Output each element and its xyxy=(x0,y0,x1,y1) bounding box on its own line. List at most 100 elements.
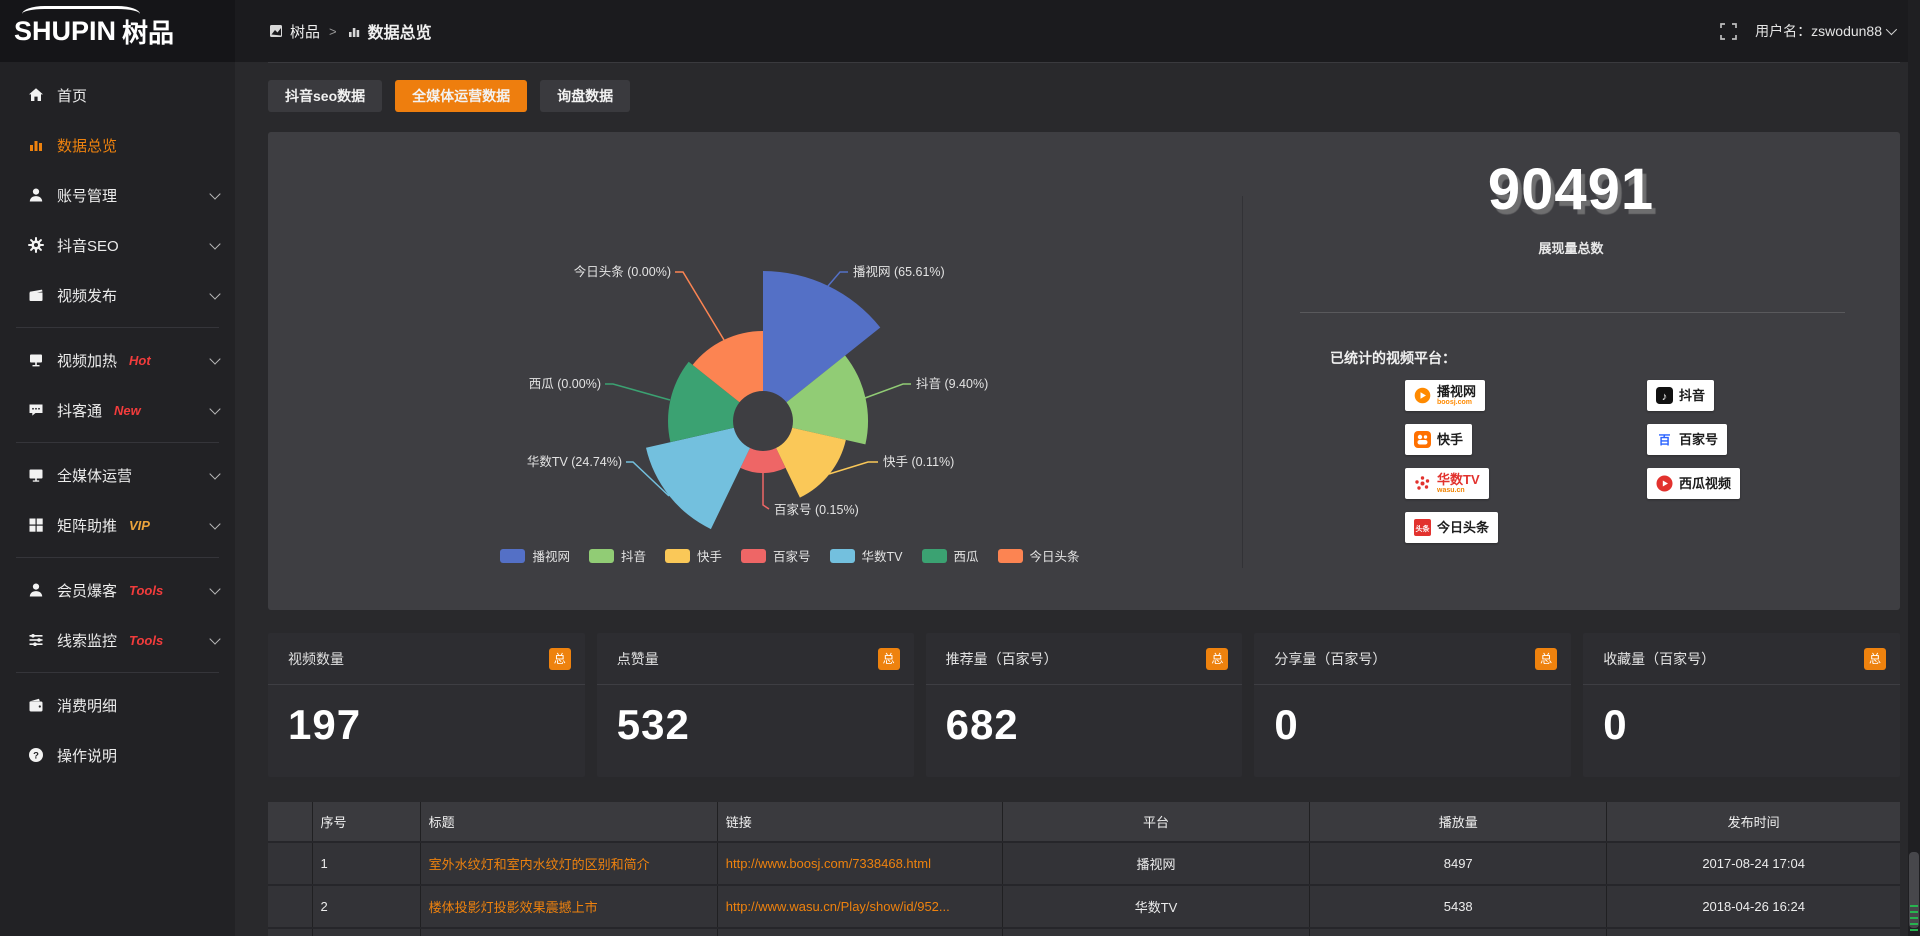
topbar: 树品>数据总览 用户名：zswodun88 xyxy=(235,0,1920,62)
cell-time: 2018-04-26 16:24 xyxy=(1607,885,1900,928)
total-badge[interactable]: 总 xyxy=(878,648,900,670)
platform-badge-快手[interactable]: 快手 xyxy=(1405,424,1472,455)
legend-item-播视网[interactable]: 播视网 xyxy=(500,546,570,565)
stat-card-点赞量: 点赞量 总 532 xyxy=(597,633,914,777)
cell-title[interactable]: 室外水纹灯和室内水纹灯的区别和简介 xyxy=(420,842,717,885)
sidebar-item-账号管理[interactable]: 账号管理 xyxy=(0,170,235,220)
platform-badge-sub: wasu.cn xyxy=(1437,487,1480,494)
legend-swatch xyxy=(830,549,855,563)
stat-card-header: 收藏量（百家号） 总 xyxy=(1583,633,1900,685)
bar-chart-icon xyxy=(27,137,44,153)
rose-slice-华数TV[interactable] xyxy=(646,428,750,529)
sidebar-item-label: 抖客通 xyxy=(57,400,102,421)
row-select-cell xyxy=(268,842,312,885)
svg-text:♪: ♪ xyxy=(1662,391,1668,403)
rose-pie-chart[interactable]: 播视网 (65.61%)抖音 (9.40%)快手 (0.11%)百家号 (0.1… xyxy=(268,132,1242,610)
rose-slice-快手[interactable] xyxy=(776,428,846,498)
sidebar-item-会员爆客[interactable]: 会员爆客 Tools xyxy=(0,565,235,615)
stat-card-value: 682 xyxy=(946,701,1019,749)
sidebar-item-操作说明[interactable]: ? 操作说明 xyxy=(0,730,235,780)
total-badge[interactable]: 总 xyxy=(1206,648,1228,670)
cell-platform: 华数TV xyxy=(1002,885,1309,928)
svg-text:头条: 头条 xyxy=(1416,524,1431,533)
tab-询盘数据[interactable]: 询盘数据 xyxy=(540,80,630,112)
breadcrumb-item[interactable]: 数据总览 xyxy=(346,19,432,43)
sidebar-item-视频发布[interactable]: 视频发布 xyxy=(0,270,235,320)
cell-no: 2 xyxy=(312,885,420,928)
legend-item-快手[interactable]: 快手 xyxy=(665,546,722,565)
platform-badge-label: 西瓜视频 xyxy=(1679,477,1731,490)
sidebar-item-首页[interactable]: 首页 xyxy=(0,70,235,120)
platform-badge-label: 播视网 xyxy=(1437,385,1476,398)
sidebar-item-消费明细[interactable]: 消费明细 xyxy=(0,680,235,730)
sidebar-item-label: 操作说明 xyxy=(57,745,117,766)
total-badge[interactable]: 总 xyxy=(1535,648,1557,670)
user-menu[interactable]: 用户名：zswodun88 xyxy=(1755,21,1894,41)
sidebar-item-抖客通[interactable]: 抖客通 New xyxy=(0,385,235,435)
platform-badge-西瓜视频[interactable]: 西瓜视频 xyxy=(1647,468,1740,499)
stat-card-value: 0 xyxy=(1603,701,1627,749)
sidebar-item-label: 会员爆客 xyxy=(57,580,117,601)
chevron-down-icon xyxy=(209,468,220,479)
cell-link[interactable]: http://www.wasu.cn/Play/show/id/952... xyxy=(717,885,1002,928)
stat-card-title: 分享量（百家号） xyxy=(1274,649,1386,669)
platform-badge-label: 抖音 xyxy=(1679,389,1705,402)
legend-item-华数TV[interactable]: 华数TV xyxy=(830,546,903,565)
total-badge[interactable]: 总 xyxy=(549,648,571,670)
platform-badge-抖音[interactable]: ♪ 抖音 xyxy=(1647,380,1714,411)
stat-card-value: 0 xyxy=(1274,701,1298,749)
cell-title[interactable]: 楼体投影灯投影效果震撼上市 xyxy=(420,885,717,928)
legend-item-西瓜[interactable]: 西瓜 xyxy=(922,546,979,565)
baijia-icon: 百 xyxy=(1656,431,1673,448)
legend-label: 百家号 xyxy=(773,546,811,565)
sidebar-item-全媒体运营[interactable]: 全媒体运营 xyxy=(0,450,235,500)
sidebar-item-badge: Tools xyxy=(129,633,163,648)
shupin-logo[interactable]: SHUPIN 树品 xyxy=(0,0,235,62)
fullscreen-icon[interactable] xyxy=(1720,23,1737,40)
legend-label: 抖音 xyxy=(621,546,646,565)
legend-swatch xyxy=(922,549,947,563)
stat-card-title: 收藏量（百家号） xyxy=(1603,649,1715,669)
chevron-down-icon xyxy=(1886,24,1897,35)
sidebar-item-数据总览[interactable]: 数据总览 xyxy=(0,120,235,170)
label-leader-line xyxy=(605,384,670,400)
platform-badge-今日头条[interactable]: 头条今日头条 xyxy=(1405,512,1498,543)
rose-slice-label: 抖音 (9.40%) xyxy=(916,376,988,391)
breadcrumb-item[interactable]: 树品 xyxy=(268,21,320,42)
legend-item-百家号[interactable]: 百家号 xyxy=(741,546,811,565)
tab-抖音seo数据[interactable]: 抖音seo数据 xyxy=(268,80,382,112)
stat-card-title: 视频数量 xyxy=(288,649,344,669)
legend-label: 快手 xyxy=(697,546,722,565)
summary-divider xyxy=(1300,312,1845,313)
rose-slice-label: 百家号 (0.15%) xyxy=(774,502,859,517)
sidebar-item-label: 抖音SEO xyxy=(57,235,119,256)
legend-swatch xyxy=(589,549,614,563)
bars-icon xyxy=(346,23,362,39)
platform-badge-华数TV[interactable]: 华数TVwasu.cn xyxy=(1405,468,1489,499)
gear-icon xyxy=(27,237,44,253)
stat-card-header: 视频数量 总 xyxy=(268,633,585,685)
videos-table: 序号标题链接平台播放量发布时间 1 室外水纹灯和室内水纹灯的区别和简介 http… xyxy=(268,802,1900,936)
cell-link[interactable]: http://www.boosj.com/7338468.html xyxy=(717,842,1002,885)
sidebar-item-视频加热[interactable]: 视频加热 Hot xyxy=(0,335,235,385)
platform-badge-label: 百家号 xyxy=(1679,433,1718,446)
sidebar-item-badge: Tools xyxy=(129,583,163,598)
sidebar-item-抖音SEO[interactable]: 抖音SEO xyxy=(0,220,235,270)
legend-item-抖音[interactable]: 抖音 xyxy=(589,546,646,565)
screen-stand-icon xyxy=(27,352,44,368)
platforms-label: 已统计的视频平台： xyxy=(1330,348,1456,368)
sidebar-item-label: 数据总览 xyxy=(57,135,117,156)
sidebar-item-线索监控[interactable]: 线索监控 Tools xyxy=(0,615,235,665)
platform-badge-百家号[interactable]: 百百家号 xyxy=(1647,424,1727,455)
tab-全媒体运营数据[interactable]: 全媒体运营数据 xyxy=(395,80,527,112)
legend-swatch xyxy=(665,549,690,563)
page-scrollbar[interactable] xyxy=(1908,0,1920,936)
wallet-icon xyxy=(27,697,44,713)
total-badge[interactable]: 总 xyxy=(1864,648,1886,670)
rose-slice-label: 西瓜 (0.00%) xyxy=(529,377,601,391)
platform-badge-播视网[interactable]: 播视网boosj.com xyxy=(1405,380,1485,411)
platform-badge-label: 快手 xyxy=(1437,433,1463,446)
sidebar-item-矩阵助推[interactable]: 矩阵助推 VIP xyxy=(0,500,235,550)
legend-item-今日头条[interactable]: 今日头条 xyxy=(998,546,1080,565)
label-leader-line xyxy=(763,473,769,509)
